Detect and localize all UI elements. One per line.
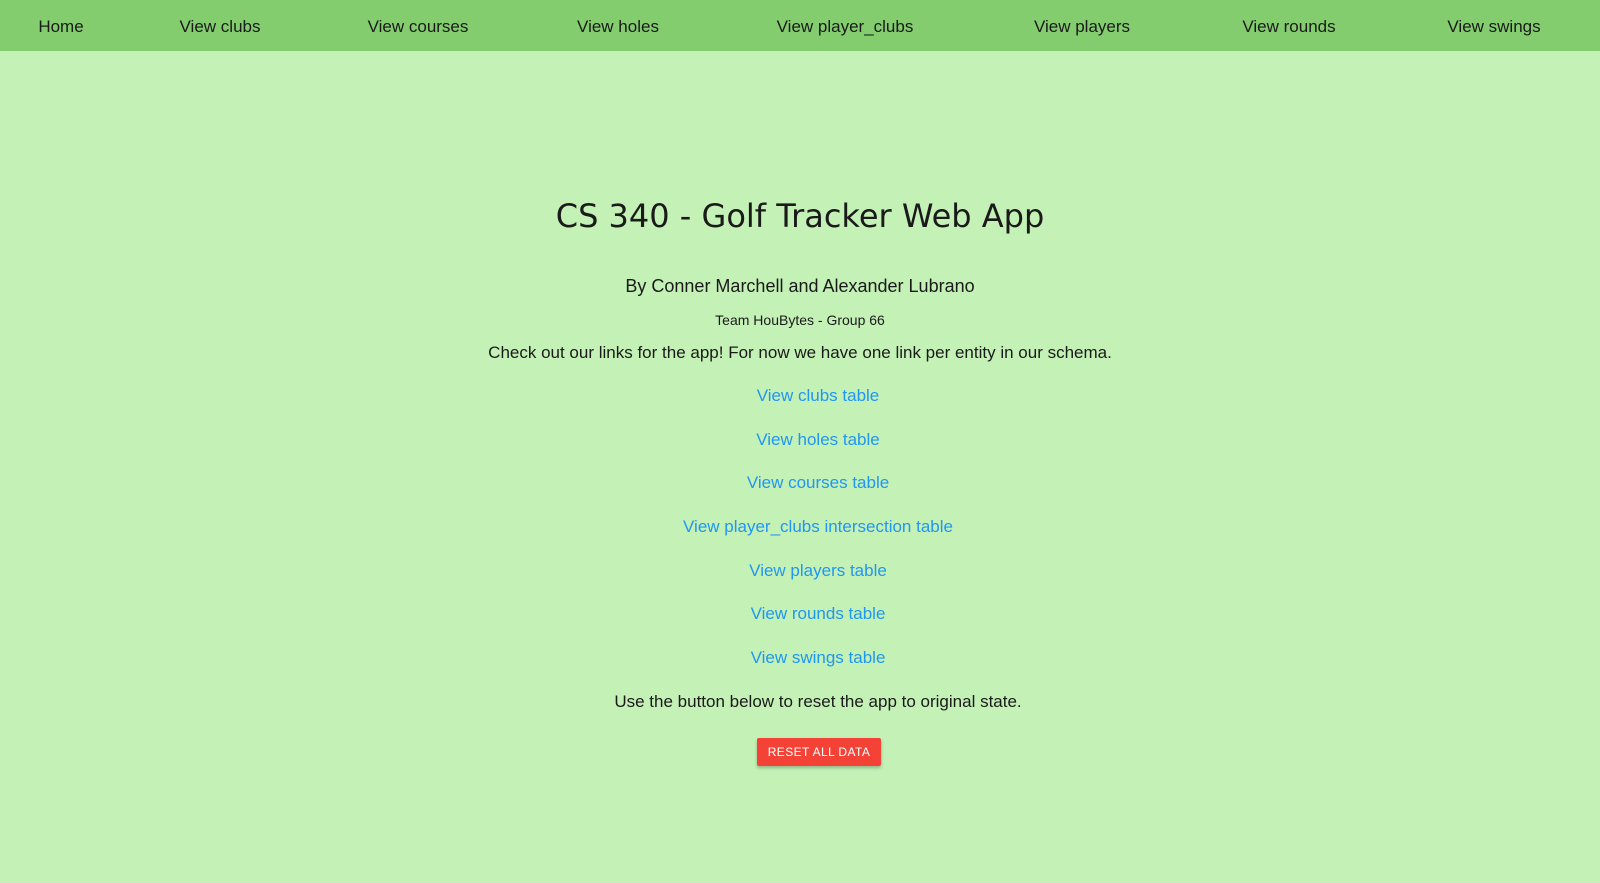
- team-text: Team HouBytes - Group 66: [715, 312, 885, 328]
- nav-view-rounds[interactable]: View rounds: [1242, 0, 1335, 51]
- nav-view-courses[interactable]: View courses: [368, 0, 469, 51]
- nav-view-players[interactable]: View players: [1034, 0, 1130, 51]
- reset-instruction-text: Use the button below to reset the app to…: [614, 692, 1022, 711]
- nav-home[interactable]: Home: [38, 0, 83, 51]
- link-player-clubs-table[interactable]: View player_clubs intersection table: [683, 515, 953, 539]
- link-players-table[interactable]: View players table: [749, 559, 887, 583]
- nav-view-player-clubs[interactable]: View player_clubs: [777, 0, 914, 51]
- top-navbar: Home View clubs View courses View holes …: [0, 0, 1600, 51]
- nav-view-swings[interactable]: View swings: [1447, 0, 1540, 51]
- link-rounds-table[interactable]: View rounds table: [751, 602, 886, 626]
- reset-all-data-button[interactable]: RESET ALL DATA: [757, 738, 881, 766]
- link-swings-table[interactable]: View swings table: [751, 646, 886, 670]
- nav-view-clubs[interactable]: View clubs: [180, 0, 261, 51]
- page-content: Home View clubs View courses View holes …: [0, 0, 1600, 883]
- intro-text: Check out our links for the app! For now…: [488, 343, 1112, 362]
- page-title: CS 340 - Golf Tracker Web App: [555, 197, 1045, 235]
- link-clubs-table[interactable]: View clubs table: [757, 384, 880, 408]
- link-courses-table[interactable]: View courses table: [747, 471, 889, 495]
- link-holes-table[interactable]: View holes table: [756, 428, 880, 452]
- authors-text: By Conner Marchell and Alexander Lubrano: [625, 276, 975, 296]
- nav-view-holes[interactable]: View holes: [577, 0, 659, 51]
